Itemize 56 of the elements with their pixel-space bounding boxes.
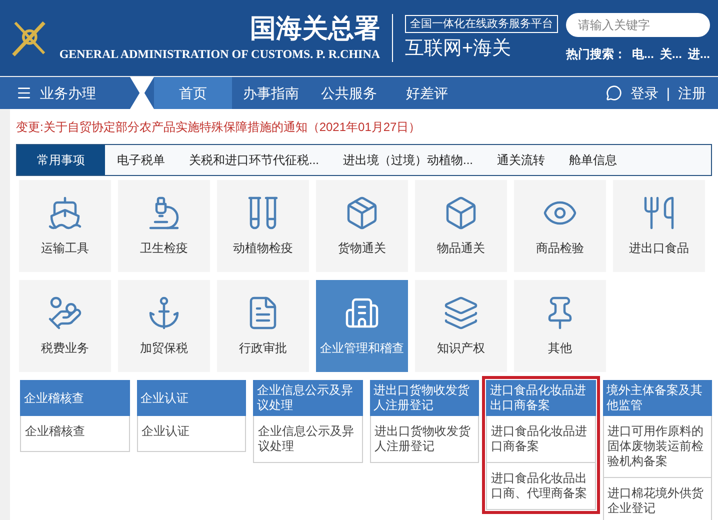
category-tab[interactable]: 舱单信息	[557, 145, 630, 175]
book-stack-icon	[443, 295, 479, 331]
panel-link[interactable]: 企业认证	[136, 416, 246, 452]
panel-link[interactable]: 进口食品化妆品出口商、代理商备案	[486, 463, 596, 510]
hot-search-link[interactable]: 进...	[688, 45, 710, 63]
nav-tab[interactable]: 好差评	[388, 77, 466, 109]
search-input[interactable]: 请输入关键字	[578, 16, 698, 34]
hot-search-link[interactable]: 关...	[660, 45, 682, 63]
ship-icon	[47, 195, 83, 231]
site-title: 国海关总署	[250, 13, 380, 45]
panel-title: 境外主体备案及其他监管	[602, 380, 712, 416]
business-menu-button[interactable]: 业务办理	[0, 77, 130, 109]
panel-title: 企业稽核查	[20, 380, 130, 416]
category-tab[interactable]: 电子税单	[105, 145, 177, 175]
service-tile[interactable]: 运输工具	[19, 180, 111, 272]
panel-link[interactable]: 进口食品化妆品进口商备案	[486, 416, 596, 463]
service-tile[interactable]: 动植物检疫	[217, 180, 309, 272]
category-tab[interactable]: 进出境（过境）动植物...	[331, 145, 486, 175]
category-tab[interactable]: 关税和进口环节代征税...	[177, 145, 332, 175]
platform-name: 互联网+海关	[404, 37, 512, 61]
service-tile[interactable]: 商品检验	[514, 180, 606, 272]
site-subtitle: GENERAL ADMINISTRATION OF CUSTOMS. P. R.CHINA	[59, 46, 380, 63]
panel-link[interactable]: 进口棉花境外供货企业登记	[602, 478, 712, 520]
service-tile[interactable]: 进出口食品	[613, 180, 705, 272]
panel-title: 进出口货物收发货人注册登记	[370, 380, 479, 416]
nav-tab[interactable]: 办事指南	[232, 77, 310, 109]
login-link[interactable]: 登录	[630, 82, 658, 104]
register-link[interactable]: 注册	[678, 82, 706, 104]
service-tile[interactable]: 行政审批	[217, 280, 309, 372]
service-tile[interactable]: 企业管理和稽查	[316, 280, 408, 372]
notice-link[interactable]: 变更:关于自贸协定部分农产品实施特殊保障措施的通知（2021年01月27日）	[16, 118, 421, 136]
service-tile[interactable]: 物品通关	[415, 180, 507, 272]
service-tile[interactable]: 其他	[514, 280, 606, 372]
category-tab[interactable]: 通关流转	[485, 145, 558, 175]
service-tile[interactable]: 货物通关	[316, 180, 408, 272]
service-tile[interactable]: 知识产权	[415, 280, 507, 372]
panel-title: 企业认证	[136, 380, 246, 416]
service-tile[interactable]: 加贸保税	[118, 280, 210, 372]
search-field[interactable]: 请输入关键字	[566, 13, 710, 37]
panel-link[interactable]: 企业信息公示及异议处理	[253, 416, 362, 463]
platform-tag: 全国一体化在线政务服务平台	[404, 15, 558, 33]
separator: |	[666, 84, 670, 103]
panel-title: 进口食品化妆品进出口商备案	[486, 380, 596, 416]
nav-tab[interactable]: 首页	[154, 77, 232, 109]
service-tile[interactable]: 税费业务	[19, 280, 111, 372]
hot-search-link[interactable]: 电...	[632, 45, 654, 63]
panel-link[interactable]: 进口可用作原料的固体废物装运前检验机构备案	[602, 416, 712, 478]
panel-link[interactable]: 企业稽核查	[20, 416, 130, 452]
service-tile[interactable]: 卫生检疫	[118, 180, 210, 272]
panel-link[interactable]: 进出口货物收发货人注册登记	[370, 416, 479, 463]
nav-tab[interactable]: 公共服务	[310, 77, 388, 109]
hand-coin-icon	[47, 295, 83, 331]
hot-search-label: 热门搜索：	[566, 46, 626, 63]
category-tab[interactable]: 常用事项	[17, 145, 105, 175]
menu-icon	[16, 85, 32, 101]
panel-title: 企业信息公示及异议处理	[253, 380, 362, 416]
